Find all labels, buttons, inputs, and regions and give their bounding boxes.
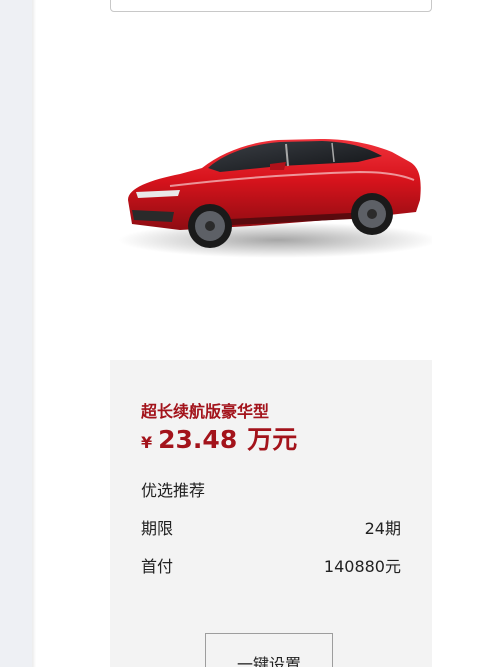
trim-name: 超长续航版豪华型 xyxy=(141,402,270,421)
page: 超长续航版豪华型 ¥ 23.48 万元 优选推荐 期限 24期 首付 14088… xyxy=(0,0,481,667)
left-gutter xyxy=(0,0,32,667)
one-click-setup-button[interactable]: 一键设置 xyxy=(205,633,333,667)
recommended-heading: 优选推荐 xyxy=(141,481,206,500)
term-label: 期限 xyxy=(141,519,174,538)
car-illustration xyxy=(118,139,432,258)
term-value: 24期 xyxy=(364,519,401,538)
down-payment-value: 140880元 xyxy=(323,557,401,576)
price-currency: ¥ xyxy=(141,433,153,452)
price-value: 23.48 xyxy=(158,425,238,454)
price: ¥ 23.48 万元 xyxy=(141,420,297,456)
car-image xyxy=(110,40,432,340)
down-payment-row: 首付 140880元 xyxy=(141,553,401,577)
down-payment-label: 首付 xyxy=(141,557,174,576)
term-row: 期限 24期 xyxy=(141,515,401,539)
top-select-field[interactable] xyxy=(110,0,432,12)
price-panel: 超长续航版豪华型 ¥ 23.48 万元 优选推荐 期限 24期 首付 14088… xyxy=(110,360,432,667)
left-gutter-shadow xyxy=(32,0,36,667)
price-unit: 万元 xyxy=(247,425,298,454)
